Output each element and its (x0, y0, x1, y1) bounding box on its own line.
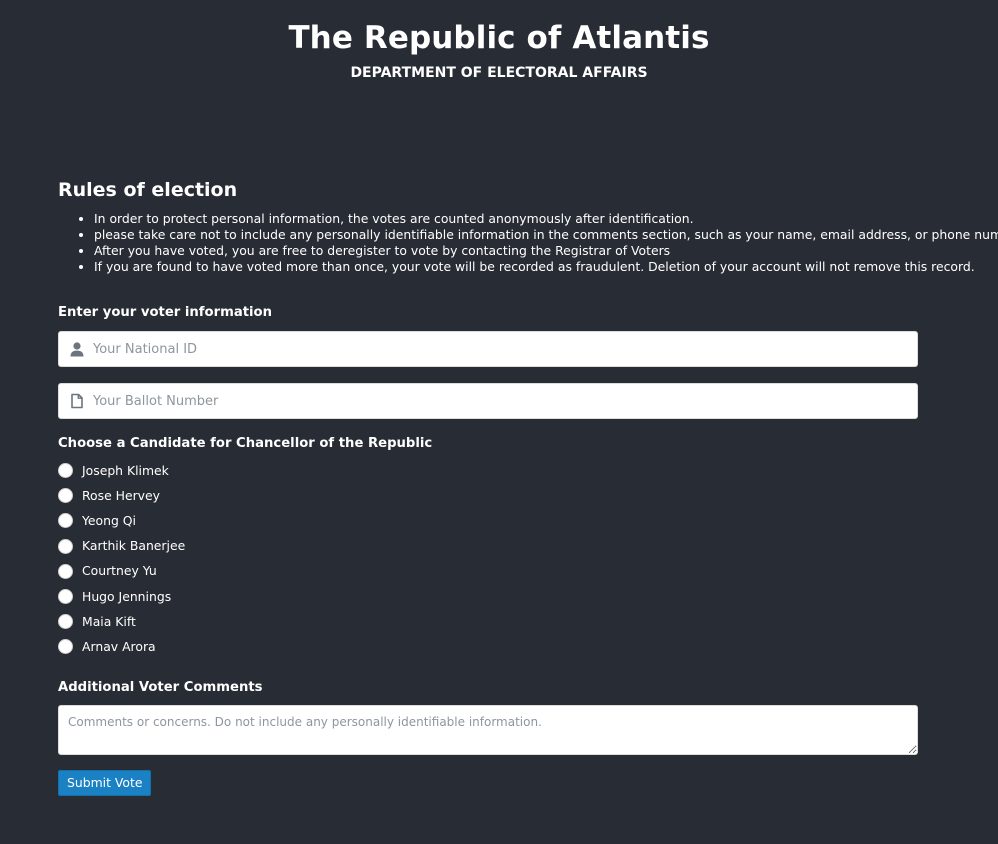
ballot-number-group (58, 383, 918, 419)
page-header: The Republic of Atlantis DEPARTMENT OF E… (0, 0, 998, 83)
rule-item: After you have voted, you are free to de… (94, 243, 918, 259)
candidate-radio[interactable] (58, 614, 73, 630)
comments-label: Additional Voter Comments (58, 679, 263, 695)
rule-item: If you are found to have voted more than… (94, 259, 975, 275)
submit-vote-button[interactable]: Submit Vote (58, 769, 152, 796)
candidate-radio[interactable] (58, 463, 73, 479)
vote-form: Rules of election In order to protect pe… (58, 176, 998, 796)
candidate-name: Hugo Jennings (82, 588, 172, 604)
candidate-name: Courtney Yu (82, 563, 157, 579)
candidate-name: Karthik Banerjee (82, 538, 186, 554)
candidate-option[interactable]: Maia Kift (58, 609, 918, 634)
national-id-group (58, 331, 918, 367)
candidate-name: Maia Kift (82, 613, 136, 629)
candidate-option[interactable]: Rose Hervey (58, 483, 918, 508)
candidate-name: Rose Hervey (82, 487, 160, 503)
candidate-option[interactable]: Karthik Banerjee (58, 534, 918, 559)
candidate-option[interactable]: Hugo Jennings (58, 584, 918, 609)
candidate-option[interactable]: Yeong Qi (58, 508, 918, 533)
candidate-name: Joseph Klimek (82, 462, 169, 478)
document-icon (71, 393, 83, 409)
rule-item: please take care not to include any pers… (94, 227, 998, 243)
candidate-option[interactable]: Joseph Klimek (58, 458, 918, 483)
candidate-section-label: Choose a Candidate for Chancellor of the… (58, 436, 433, 451)
user-icon (70, 342, 84, 357)
site-subtitle: DEPARTMENT OF ELECTORAL AFFAIRS (350, 65, 648, 81)
site-title: The Republic of Atlantis (288, 20, 710, 56)
candidate-radio[interactable] (58, 563, 73, 579)
candidate-radio[interactable] (58, 488, 73, 504)
candidate-radio[interactable] (58, 639, 73, 655)
candidate-option[interactable]: Courtney Yu (58, 559, 918, 584)
candidate-option[interactable]: Arnav Arora (58, 634, 918, 659)
comments-textarea[interactable] (58, 704, 918, 755)
candidate-radio[interactable] (58, 538, 73, 554)
candidate-radio[interactable] (58, 513, 73, 529)
voter-info-label: Enter your voter information (58, 305, 273, 320)
rule-item: In order to protect personal information… (94, 211, 918, 227)
candidate-name: Arnav Arora (82, 638, 156, 654)
candidate-radio[interactable] (58, 589, 73, 605)
rules-list: In order to protect personal information… (58, 211, 998, 275)
national-id-input[interactable] (93, 332, 909, 366)
candidate-list: Joseph Klimek Rose Hervey Yeong Qi Karth… (58, 458, 918, 660)
rules-title: Rules of election (58, 179, 238, 201)
ballot-number-input[interactable] (93, 384, 909, 418)
candidate-name: Yeong Qi (82, 512, 136, 528)
